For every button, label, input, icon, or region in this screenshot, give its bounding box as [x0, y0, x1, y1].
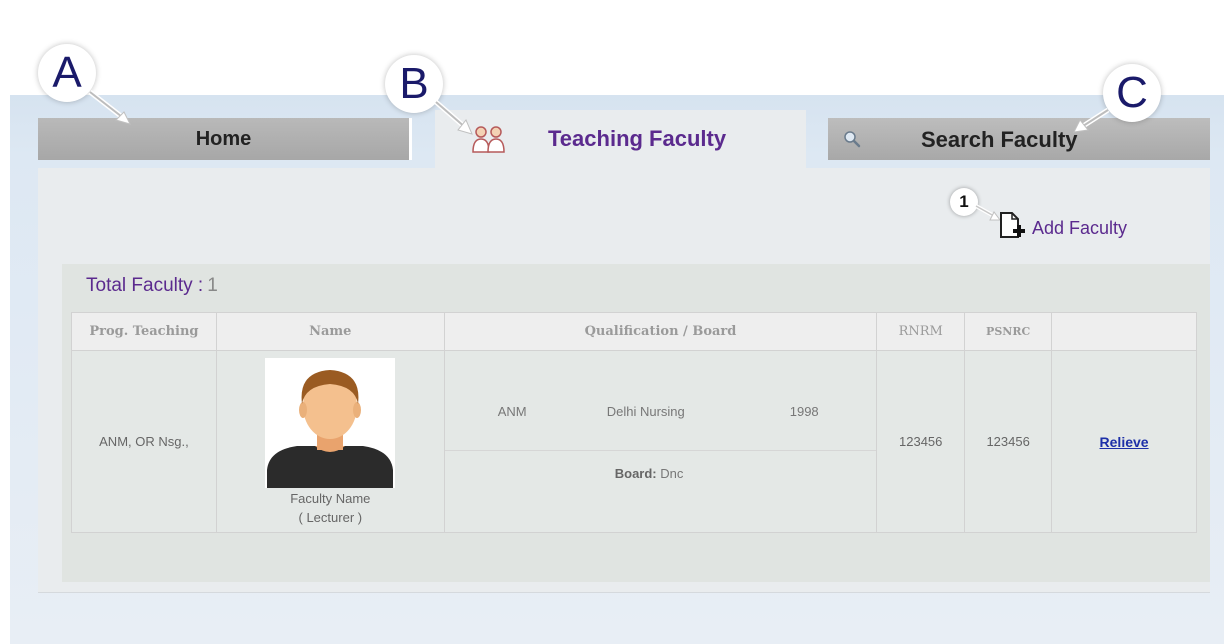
board-label: Board:: [614, 466, 657, 481]
add-faculty-label: Add Faculty: [1032, 217, 1128, 238]
callout-b-arrow: [434, 100, 473, 135]
callout-b-text: B: [399, 59, 429, 108]
callout-c-text: C: [1116, 68, 1148, 117]
faculty-name: Faculty Name: [290, 490, 371, 506]
faculty-role: ( Lecturer ): [298, 509, 363, 525]
qual-year: 1998: [789, 404, 819, 419]
person-avatar: [265, 357, 396, 488]
callout-a-text: A: [52, 48, 82, 97]
tab-teaching-faculty[interactable]: Teaching Faculty: [435, 110, 806, 168]
callout-1-text: 1: [959, 192, 969, 211]
faculty-table: Prog. Teaching Name Qualification / Boar…: [71, 312, 1197, 533]
qualification-entry: ANM Delhi Nursing 1998: [444, 351, 877, 451]
callout-a-arrow: [88, 90, 131, 125]
tab-search-faculty[interactable]: Search Faculty: [828, 118, 1210, 160]
table-header-row: Prog. Teaching Name Qualification / Boar…: [71, 312, 1197, 351]
cell-qualification: ANM Delhi Nursing 1998 Board: Dnc: [443, 350, 878, 533]
board-entry: Board: Dnc: [445, 451, 877, 531]
board-value: Dnc: [660, 466, 684, 481]
col-rnrm: RNRM: [876, 312, 966, 351]
relieve-link[interactable]: Relieve: [1100, 434, 1149, 450]
cell-psnrc: 123456: [964, 350, 1053, 533]
col-qualification: Qualification / Board: [443, 312, 878, 351]
total-faculty-count: 1: [207, 275, 218, 296]
cell-action: Relieve: [1051, 350, 1197, 533]
col-prog-teaching: Prog. Teaching: [71, 312, 217, 351]
col-action: [1051, 312, 1197, 351]
tab-home-label: Home: [195, 127, 252, 150]
cell-name: Faculty Name ( Lecturer ): [215, 350, 445, 533]
qual-institute: Delhi Nursing: [606, 404, 685, 419]
add-document-icon: [998, 209, 1028, 246]
tab-search-label: Search Faculty: [921, 127, 1078, 152]
qual-course: ANM: [497, 404, 527, 419]
cell-rnrm: 123456: [876, 350, 966, 533]
col-name: Name: [215, 312, 445, 351]
magnifier-icon: [842, 129, 862, 155]
callout-c-arrow: [1073, 107, 1110, 133]
total-faculty-label: Total Faculty :: [86, 275, 204, 296]
add-faculty-button[interactable]: Add Faculty: [998, 210, 1127, 244]
total-faculty: Total Faculty :1: [86, 275, 218, 297]
table-row: ANM, OR Nsg., Faculty Name ( Lecturer ): [71, 350, 1197, 533]
tab-teaching-label: Teaching Faculty: [548, 126, 727, 151]
cell-prog-teaching: ANM, OR Nsg.,: [71, 350, 217, 533]
col-psnrc: PSNRC: [964, 312, 1053, 351]
